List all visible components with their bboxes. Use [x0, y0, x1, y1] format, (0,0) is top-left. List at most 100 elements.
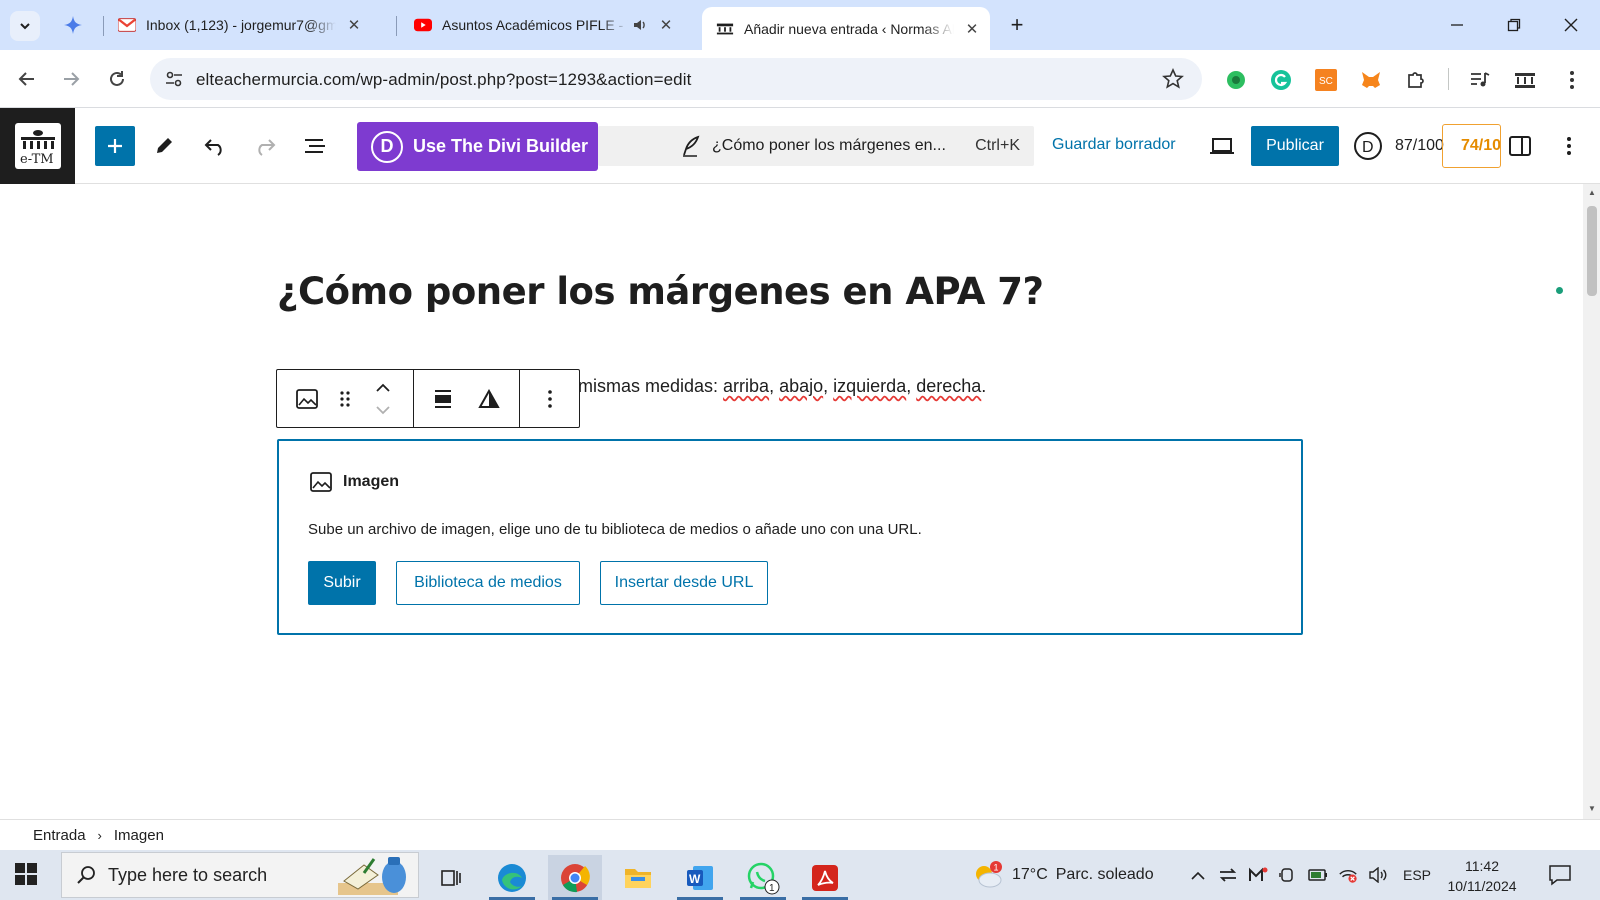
editor-scrollbar[interactable]: ▲ ▼ [1583, 184, 1600, 819]
bookmark-star-icon[interactable] [1162, 68, 1184, 90]
upload-button[interactable]: Subir [308, 561, 376, 605]
block-options-icon[interactable] [534, 383, 566, 415]
speaker-icon[interactable] [632, 17, 648, 33]
media-controls-icon[interactable] [1468, 68, 1492, 92]
breadcrumb-current[interactable]: Imagen [114, 827, 164, 844]
input-language-indicator[interactable]: ESP [1403, 867, 1431, 883]
save-draft-button[interactable]: Guardar borrador [1052, 136, 1176, 154]
tray-battery-icon[interactable] [1308, 865, 1328, 885]
settings-sidebar-icon[interactable] [1504, 130, 1536, 162]
chevron-right-icon: › [97, 827, 102, 843]
weather-widget[interactable]: 1 17°C Parc. soleado [972, 860, 1154, 890]
forward-arrow-icon[interactable] [56, 64, 86, 94]
acrobat-app-icon[interactable] [798, 855, 852, 900]
restore-icon[interactable] [1501, 12, 1527, 38]
site-settings-icon[interactable] [164, 69, 184, 89]
image-block-icon[interactable] [291, 383, 323, 415]
seo-score[interactable]: 74/100 [1442, 124, 1501, 168]
paragraph-text: , [823, 376, 834, 396]
plus-icon [108, 139, 122, 153]
task-view-icon[interactable] [424, 855, 478, 900]
taskbar-search-input[interactable]: Type here to search [61, 852, 419, 898]
notification-center-icon[interactable] [1548, 864, 1572, 886]
site-logo-button[interactable]: e-TM [0, 108, 75, 184]
tray-gmail-notifier-icon[interactable] [1248, 865, 1268, 885]
new-tab-button[interactable]: + [1004, 12, 1030, 38]
tab-wp-editor[interactable]: Añadir nueva entrada ‹ Normas APA ✕ [702, 7, 990, 50]
align-icon[interactable] [427, 383, 459, 415]
paragraph-block[interactable]: mismas medidas: arriba, abajo, izquierda… [578, 376, 986, 397]
minimize-icon[interactable] [1444, 12, 1470, 38]
taskbar-clock[interactable]: 11:42 10/11/2024 [1446, 856, 1518, 896]
tab-title: Asuntos Académicos PIFLE - YouTube [442, 17, 628, 33]
move-up-icon[interactable] [367, 376, 399, 400]
preview-device-icon[interactable] [1206, 130, 1238, 162]
image-block-placeholder[interactable]: Imagen Sube un archivo de imagen, elige … [277, 439, 1303, 635]
edge-app-icon[interactable] [485, 855, 539, 900]
scroll-up-icon[interactable]: ▲ [1587, 188, 1597, 198]
divi-d-circle-icon[interactable]: D [1352, 130, 1384, 162]
undo-icon[interactable] [199, 130, 231, 162]
reload-icon[interactable] [102, 64, 132, 94]
toolbar-divider [1448, 68, 1449, 90]
tab-youtube[interactable]: Asuntos Académicos PIFLE - YouTube ✕ [400, 7, 676, 43]
close-tab-icon[interactable]: ✕ [962, 19, 982, 39]
svg-text:SC: SC [1319, 76, 1333, 87]
address-bar[interactable]: elteachermurcia.com/wp-admin/post.php?po… [150, 58, 1202, 100]
url-text: elteachermurcia.com/wp-admin/post.php?po… [196, 70, 692, 89]
close-tab-icon[interactable]: ✕ [344, 15, 364, 35]
block-inserter-button[interactable] [95, 126, 135, 166]
whatsapp-app-icon[interactable]: 1 [736, 855, 790, 900]
metamask-extension-icon[interactable] [1359, 68, 1383, 92]
extensions-puzzle-icon[interactable] [1404, 68, 1428, 92]
word-app-icon[interactable]: W [673, 855, 727, 900]
tab-gmail[interactable]: Inbox (1,123) - jorgemur7@gmail.com ✕ [104, 7, 364, 43]
command-palette-bar[interactable]: ¿Cómo poner los márgenes en... Ctrl+K [598, 126, 1034, 166]
move-down-icon[interactable] [367, 400, 399, 420]
duotone-filter-icon[interactable] [473, 383, 505, 415]
media-library-button[interactable]: Biblioteca de medios [396, 561, 580, 605]
profile-avatar-icon[interactable] [1513, 68, 1537, 92]
image-instructions: Sube un archivo de imagen, elige uno de … [308, 521, 922, 538]
drag-handle-icon[interactable] [329, 383, 361, 415]
toolbar-separator [519, 370, 520, 427]
tray-meet-icon[interactable] [1278, 865, 1298, 885]
publish-button[interactable]: Publicar [1251, 126, 1339, 166]
breadcrumb-root[interactable]: Entrada [33, 827, 86, 844]
tray-chevron-up-icon[interactable] [1188, 865, 1208, 885]
tray-volume-icon[interactable] [1368, 865, 1388, 885]
close-window-icon[interactable] [1558, 12, 1584, 38]
clock-time: 11:42 [1465, 858, 1499, 874]
clock-date: 10/11/2024 [1447, 878, 1517, 894]
toolbar-separator [413, 370, 414, 427]
close-tab-icon[interactable]: ✕ [656, 15, 676, 35]
sc-extension-icon[interactable]: SC [1314, 68, 1338, 92]
scroll-down-icon[interactable]: ▼ [1587, 804, 1597, 814]
post-title[interactable]: ¿Cómo poner los márgenes en APA 7? [277, 270, 1044, 313]
whatsapp-badge: 1 [769, 883, 775, 894]
redo-icon[interactable] [249, 130, 281, 162]
browser-menu-icon[interactable] [1560, 68, 1584, 92]
document-overview-icon[interactable] [299, 130, 331, 162]
evernote-extension-icon[interactable] [1224, 68, 1248, 92]
edit-pencil-icon[interactable] [148, 130, 180, 162]
scroll-thumb[interactable] [1587, 206, 1597, 296]
file-explorer-icon[interactable] [611, 855, 665, 900]
tray-network-offline-icon[interactable] [1338, 865, 1358, 885]
divi-builder-button[interactable]: D Use The Divi Builder [357, 122, 598, 171]
image-block-label: Imagen [309, 471, 399, 493]
grammarly-extension-icon[interactable] [1269, 68, 1293, 92]
options-menu-icon[interactable] [1553, 130, 1585, 162]
chrome-app-icon[interactable] [548, 855, 602, 900]
spellcheck-word: derecha [916, 376, 982, 396]
windows-start-icon[interactable] [14, 862, 42, 890]
back-arrow-icon[interactable] [12, 64, 42, 94]
spellcheck-word: izquierda [833, 376, 907, 396]
tray-transfer-icon[interactable] [1218, 865, 1238, 885]
gemini-icon[interactable] [60, 12, 86, 38]
block-toolbar [276, 369, 580, 428]
tab-search-button[interactable] [10, 11, 40, 41]
insert-from-url-button[interactable]: Insertar desde URL [600, 561, 768, 605]
windows-taskbar: Type here to search W 1 1 17°C Parc. sol… [0, 850, 1600, 900]
readability-score[interactable]: 87/100 [1395, 137, 1444, 155]
